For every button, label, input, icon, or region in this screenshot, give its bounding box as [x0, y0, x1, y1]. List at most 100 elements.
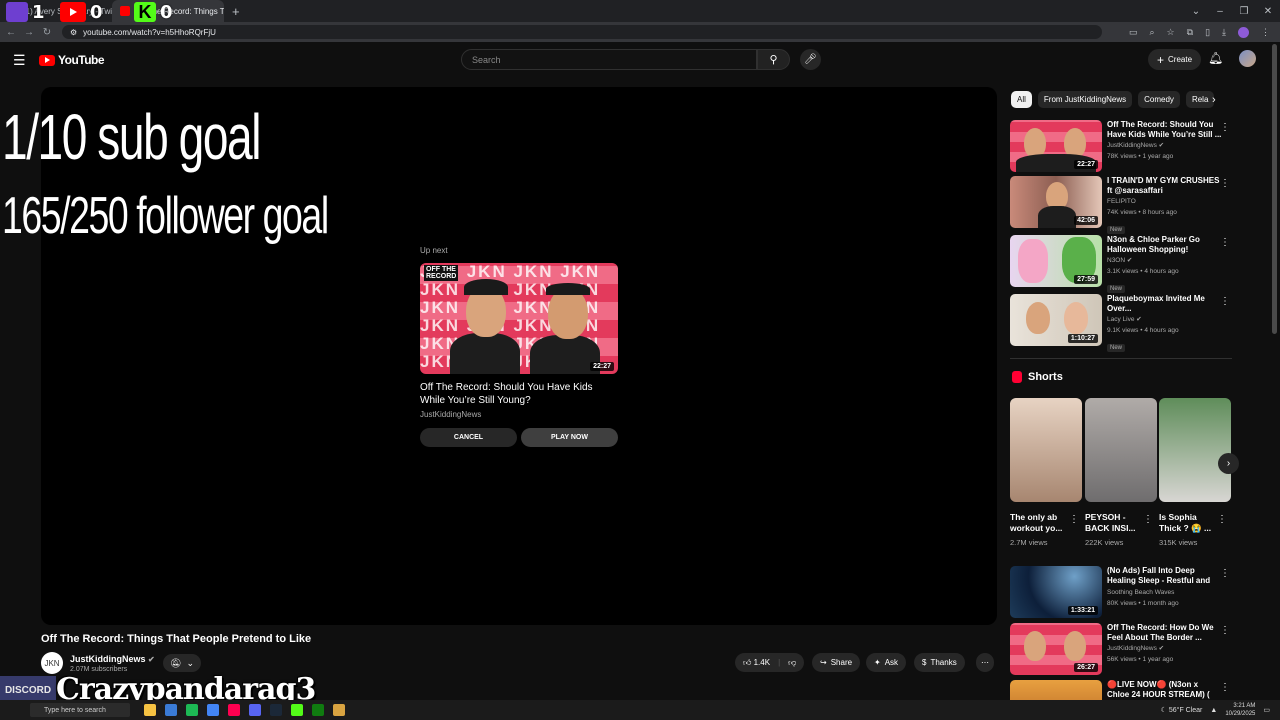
sidebar-video[interactable]: 42:06 I TRAIN'D MY GYM CRUSHES ft @saras… [1010, 176, 1232, 234]
create-button[interactable]: + Create [1148, 49, 1202, 70]
discord-icon[interactable] [249, 704, 261, 716]
profile-avatar[interactable] [1238, 26, 1249, 38]
channel-name[interactable]: JustKiddingNews ✔ [70, 654, 155, 664]
video-title[interactable]: I TRAIN'D MY GYM CRUSHES ft @sarasaffari [1107, 176, 1222, 196]
xbox-icon[interactable] [312, 704, 324, 716]
more-dots-icon[interactable]: ⋮ [1069, 514, 1079, 525]
sidebar-video[interactable]: 🔴LIVE NOW🔴 (N3on x Chloe 24 HOUR STREAM)… [1010, 680, 1232, 700]
more-dots-icon[interactable]: ⋮ [1220, 237, 1230, 248]
video-title[interactable]: (No Ads) Fall Into Deep Healing Sleep - … [1107, 566, 1222, 587]
weather-status[interactable]: ☾ 56°F Clear [1161, 706, 1203, 714]
more-dots-icon[interactable]: ⋮ [1220, 122, 1230, 133]
video-title[interactable]: 🔴LIVE NOW🔴 (N3on x Chloe 24 HOUR STREAM)… [1107, 680, 1222, 700]
file-explorer-icon[interactable] [144, 704, 156, 716]
chip-from-channel[interactable]: From JustKiddingNews [1037, 91, 1133, 108]
account-avatar[interactable] [1239, 50, 1256, 67]
up-next-thumbnail[interactable]: JKN JKN JKN JKN JKN JKN JKN JKN JKN JKN JK… [420, 263, 618, 374]
video-title[interactable]: Off The Record: Should You Have Kids Whi… [1107, 120, 1222, 140]
voice-search-button[interactable]: 🎤︎ [800, 49, 821, 70]
more-actions-button[interactable]: ⋯ [976, 653, 994, 672]
more-dots-icon[interactable]: ⋮ [1220, 296, 1230, 307]
site-info-icon[interactable]: ⚙ [70, 28, 77, 37]
video-thumbnail[interactable]: 26:27 [1010, 623, 1102, 675]
short-thumbnail[interactable] [1085, 398, 1157, 502]
sidebar-video[interactable]: 22:27 Off The Record: Should You Have Ki… [1010, 120, 1232, 172]
short-title[interactable]: Is Sophia Thick ? 😭 ... [1159, 512, 1219, 534]
cast-icon[interactable]: ▭ [1129, 27, 1138, 38]
more-dots-icon[interactable]: ⋮ [1220, 568, 1230, 579]
more-dots-icon[interactable]: ⋮ [1220, 682, 1230, 693]
video-thumbnail[interactable]: 1:33:21 [1010, 566, 1102, 618]
edge-icon[interactable] [165, 704, 177, 716]
more-dots-icon[interactable]: ⋮ [1220, 625, 1230, 636]
channel-name[interactable]: Soothing Beach Waves [1107, 587, 1222, 598]
app-icon[interactable] [333, 704, 345, 716]
play-now-button[interactable]: PLAY NOW [521, 428, 618, 447]
clock[interactable]: 3:21 AM 10/29/2025 [1225, 702, 1255, 718]
channel-name[interactable]: JustKiddingNews ✔ [1107, 643, 1222, 654]
download-icon[interactable]: ⤓ [1222, 27, 1226, 38]
sidebar-video[interactable]: 1:10:27 Plaqueboymax Invited Me Over... … [1010, 294, 1232, 352]
notifications-bell-icon[interactable]: 🔔︎ [1208, 51, 1223, 65]
steam-icon[interactable] [270, 704, 282, 716]
notification-center-icon[interactable]: ▭ [1263, 706, 1270, 714]
search-button[interactable]: ⚲ [757, 49, 790, 70]
up-next-channel[interactable]: JustKiddingNews [420, 410, 481, 419]
extensions-icon[interactable]: ⧉ [1187, 27, 1193, 38]
ask-button[interactable]: ✦ Ask [866, 653, 907, 672]
menu-dots-icon[interactable]: ⋮ [1261, 27, 1270, 38]
like-button[interactable]: 👍︎ 1.4K [743, 658, 770, 668]
back-button[interactable]: ← [2, 27, 20, 38]
forward-button[interactable]: → [20, 27, 38, 38]
video-thumbnail[interactable]: 27:59 [1010, 235, 1102, 287]
video-title[interactable]: Plaqueboymax Invited Me Over... [1107, 294, 1222, 314]
spotify-icon[interactable] [186, 704, 198, 716]
sidebar-video[interactable]: 26:27 Off The Record: How Do We Feel Abo… [1010, 623, 1232, 675]
tiktok-icon[interactable] [228, 704, 240, 716]
chrome-icon[interactable] [207, 704, 219, 716]
sidebar-video[interactable]: 27:59 N3on & Chloe Parker Go Halloween S… [1010, 235, 1232, 293]
more-dots-icon[interactable]: ⋮ [1143, 514, 1153, 525]
short-thumbnail[interactable] [1159, 398, 1231, 502]
video-thumbnail[interactable]: 42:06 [1010, 176, 1102, 228]
hamburger-menu-icon[interactable]: ☰ [13, 52, 29, 69]
bookmark-star-icon[interactable]: ☆ [1167, 27, 1175, 38]
channel-name[interactable]: FELIPITO [1107, 196, 1222, 207]
chip-comedy[interactable]: Comedy [1138, 91, 1180, 108]
channel-name[interactable]: Lacy Live ✔ [1107, 314, 1222, 325]
sidebar-icon[interactable]: ▯ [1205, 27, 1210, 38]
kick-icon[interactable] [291, 704, 303, 716]
short-title[interactable]: The only ab workout yo... [1010, 512, 1070, 534]
minimize-button[interactable]: – [1208, 6, 1232, 17]
cancel-button[interactable]: CANCEL [420, 428, 517, 447]
video-title[interactable]: N3on & Chloe Parker Go Halloween Shoppin… [1107, 235, 1222, 255]
video-title[interactable]: Off The Record: How Do We Feel About The… [1107, 623, 1222, 643]
video-thumbnail[interactable]: 1:10:27 [1010, 294, 1102, 346]
reload-button[interactable]: ↻ [38, 27, 56, 38]
chip-related[interactable]: Rela [1185, 91, 1215, 108]
notification-settings-button[interactable]: 🔕︎ ⌄ [163, 654, 201, 672]
channel-avatar[interactable]: JKN [41, 652, 63, 674]
channel-name[interactable]: JustKiddingNews ✔ [1107, 140, 1222, 151]
youtube-logo[interactable]: YouTube [39, 53, 105, 67]
share-button[interactable]: ↪ Share [812, 653, 861, 672]
video-thumbnail[interactable] [1010, 680, 1102, 700]
maximize-button[interactable]: ❐ [1232, 6, 1256, 17]
new-tab-button[interactable]: + [224, 4, 248, 19]
chevron-down-icon[interactable]: ⌄ [1184, 6, 1208, 17]
search-input[interactable]: Search [461, 49, 757, 70]
channel-name[interactable]: N3ON ✔ [1107, 255, 1222, 266]
sidebar-video[interactable]: 1:33:21 (No Ads) Fall Into Deep Healing … [1010, 566, 1232, 618]
short-title[interactable]: PEYSOH - BACK INSI... [1085, 512, 1145, 534]
thanks-button[interactable]: $ Thanks [914, 653, 965, 672]
page-scrollbar[interactable] [1272, 44, 1277, 334]
short-thumbnail[interactable] [1010, 398, 1082, 502]
video-thumbnail[interactable]: 22:27 [1010, 120, 1102, 172]
more-dots-icon[interactable]: ⋮ [1220, 178, 1230, 189]
chip-all[interactable]: All [1011, 91, 1032, 108]
taskbar-search[interactable]: Type here to search [30, 703, 130, 717]
more-dots-icon[interactable]: ⋮ [1217, 514, 1227, 525]
network-icon[interactable]: ▲ [1210, 707, 1217, 714]
zoom-icon[interactable]: ⌕ [1150, 27, 1155, 38]
chevron-right-icon[interactable]: › [1218, 453, 1239, 474]
